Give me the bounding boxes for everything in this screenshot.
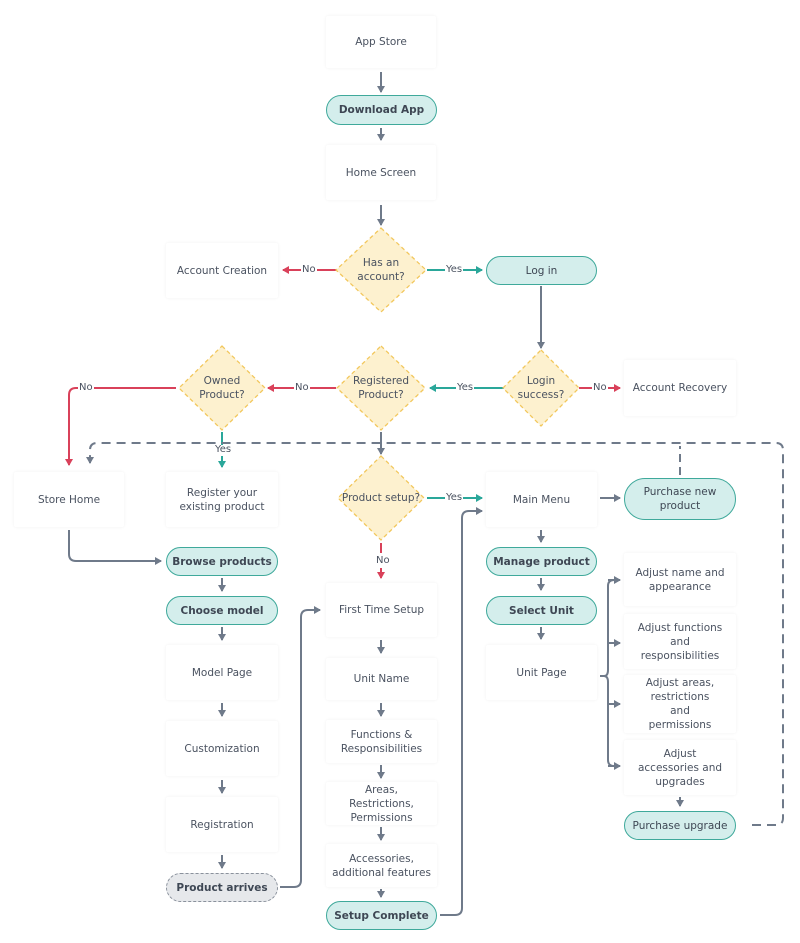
node-adjust-functions[interactable]: Adjust functions and responsibilities <box>624 614 736 669</box>
node-label: Model Page <box>191 666 253 679</box>
node-label: First Time Setup <box>338 604 425 616</box>
decision-product-setup[interactable]: Product setup? <box>341 488 421 508</box>
connector-complete-menu <box>440 507 483 916</box>
node-unit-name[interactable]: Unit Name <box>326 658 437 700</box>
node-label: Unit Page <box>516 666 567 679</box>
label-login-no: No <box>592 382 608 394</box>
node-functions-responsibilities[interactable]: Functions & Responsibilities <box>326 720 437 763</box>
node-label: Registration <box>190 818 254 831</box>
decision-owned-product[interactable]: Owned Product? <box>187 370 257 406</box>
node-label: Home Screen <box>345 166 417 179</box>
node-label: Manage product <box>493 555 590 568</box>
node-model-page[interactable]: Model Page <box>166 645 278 700</box>
node-label: Customization <box>184 742 260 755</box>
label-setup-yes: Yes <box>445 492 464 504</box>
node-label: Browse products <box>172 555 272 568</box>
node-register-existing[interactable]: Register your existing product <box>166 472 278 527</box>
node-adjust-name[interactable]: Adjust name and appearance <box>624 553 736 606</box>
node-product-arrives[interactable]: Product arrives <box>166 873 278 902</box>
node-setup-complete[interactable]: Setup Complete <box>326 901 437 930</box>
node-label: Store Home <box>37 493 101 506</box>
node-manage-product[interactable]: Manage product <box>486 547 597 576</box>
node-label: Account Recovery <box>632 382 728 394</box>
node-label: Registered Product? <box>352 375 410 401</box>
node-label: Choose model <box>180 604 264 617</box>
node-adjust-areas[interactable]: Adjust areas, restrictions and permissio… <box>624 675 736 733</box>
node-accessories-features[interactable]: Accessories, additional features <box>326 844 437 887</box>
node-label: Accessories, additional features <box>332 852 431 879</box>
connector-owned-no <box>65 387 176 466</box>
label-registered-no: No <box>294 382 310 394</box>
node-main-menu[interactable]: Main Menu <box>486 472 597 527</box>
node-label: Product arrives <box>176 881 268 894</box>
node-label: Log in <box>525 264 558 277</box>
decision-has-account[interactable]: Has an account? <box>346 250 416 290</box>
node-account-creation[interactable]: Account Creation <box>166 243 278 298</box>
node-label: Adjust areas, restrictions and permissio… <box>645 677 715 731</box>
node-select-unit[interactable]: Select Unit <box>486 596 597 625</box>
label-owned-yes: Yes <box>215 444 232 455</box>
label-login-yes: Yes <box>456 382 475 394</box>
connector-arrives-setup <box>280 606 321 888</box>
connector-store-browse <box>68 530 162 565</box>
node-registration[interactable]: Registration <box>166 797 278 852</box>
decision-login-success[interactable]: Login success? <box>511 370 571 406</box>
node-areas-restrictions[interactable]: Areas, Restrictions, Permissions <box>326 782 437 825</box>
node-label: Owned Product? <box>199 375 245 401</box>
label-setup-no: No <box>375 555 391 567</box>
node-label: Areas, Restrictions, Permissions <box>349 783 414 824</box>
node-purchase-upgrade[interactable]: Purchase upgrade <box>624 811 736 840</box>
node-download-app[interactable]: Download App <box>326 95 437 125</box>
node-label: Login success? <box>517 375 565 401</box>
node-first-time-setup[interactable]: First Time Setup <box>326 583 437 637</box>
node-label: App Store <box>355 36 407 48</box>
decision-registered-product[interactable]: Registered Product? <box>341 370 421 406</box>
connector-unitpage-bracket <box>600 576 621 770</box>
node-choose-model[interactable]: Choose model <box>166 596 278 625</box>
label-has-account-no: No <box>301 264 317 276</box>
node-customization[interactable]: Customization <box>166 721 278 776</box>
node-log-in[interactable]: Log in <box>486 256 597 285</box>
node-store-home[interactable]: Store Home <box>14 472 124 527</box>
node-app-store[interactable]: App Store <box>326 16 436 68</box>
node-label: Account Creation <box>176 264 268 277</box>
node-purchase-new-product[interactable]: Purchase new product <box>624 478 736 520</box>
node-label: Setup Complete <box>334 909 429 922</box>
node-browse-products[interactable]: Browse products <box>166 547 278 576</box>
node-label: Adjust accessories and upgrades <box>637 747 723 788</box>
node-label: Unit Name <box>353 673 410 685</box>
node-label: Adjust functions and responsibilities <box>637 621 723 662</box>
node-label: Functions & Responsibilities <box>340 728 423 755</box>
node-home-screen[interactable]: Home Screen <box>326 145 436 200</box>
node-adjust-accessories[interactable]: Adjust accessories and upgrades <box>624 740 736 795</box>
node-label: Download App <box>338 104 425 116</box>
node-label: Purchase upgrade <box>632 819 728 832</box>
node-unit-page[interactable]: Unit Page <box>486 645 597 700</box>
node-label: Register your existing product <box>179 486 265 513</box>
node-label: Purchase new product <box>643 486 717 512</box>
label-owned-no: No <box>78 382 94 394</box>
node-label: Select Unit <box>509 604 574 617</box>
node-account-recovery[interactable]: Account Recovery <box>624 360 736 416</box>
node-label: Main Menu <box>512 493 571 506</box>
node-label: Product setup? <box>341 492 421 504</box>
label-has-account-yes: Yes <box>445 264 464 276</box>
node-label: Has an account? <box>357 257 405 283</box>
node-label: Adjust name and appearance <box>635 566 725 593</box>
